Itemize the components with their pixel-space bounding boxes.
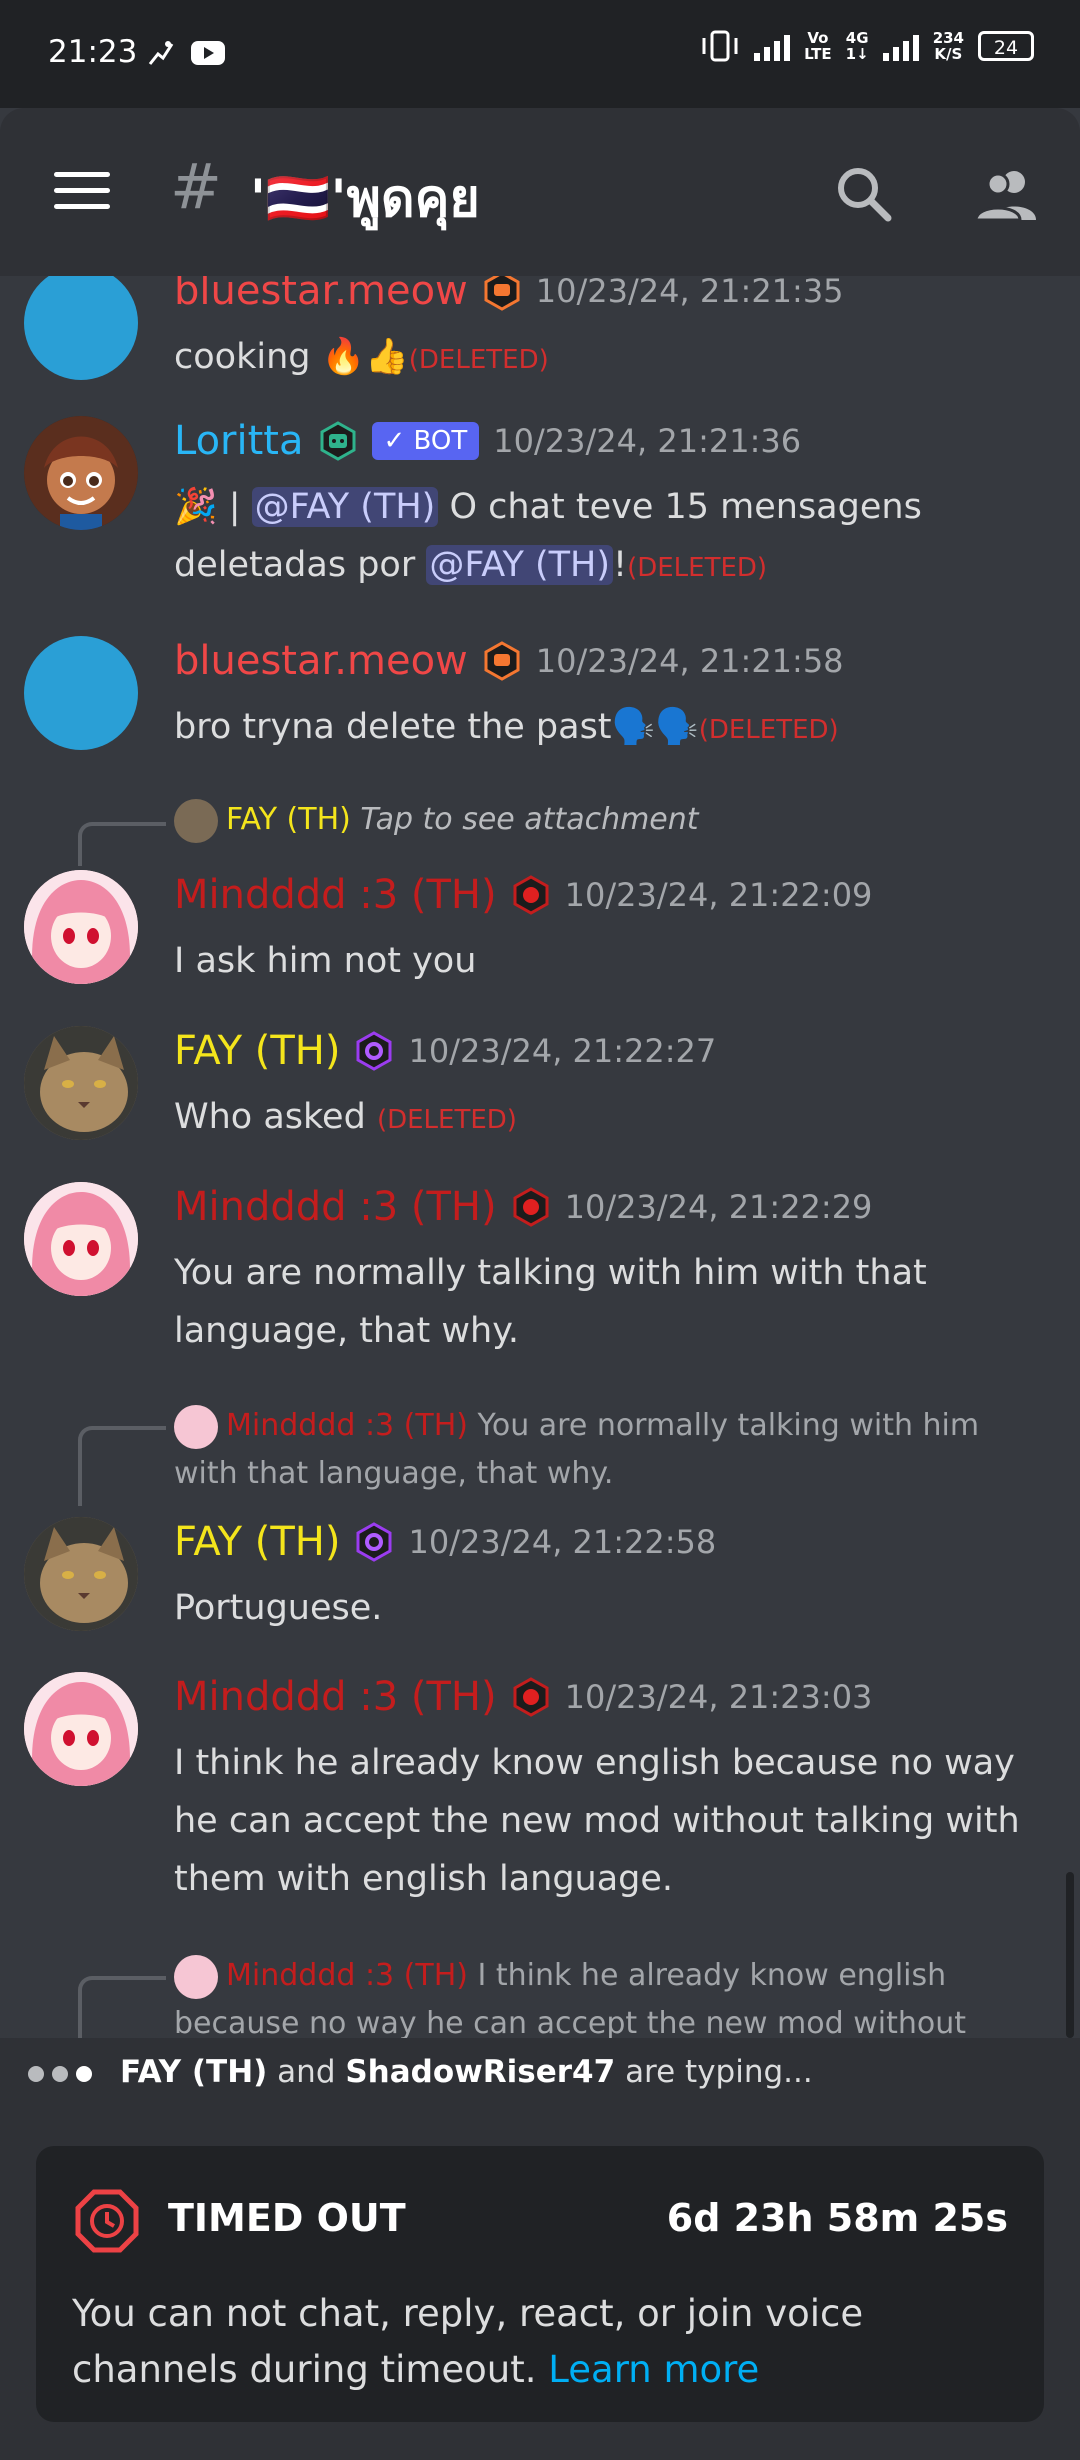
search-icon[interactable]	[834, 164, 894, 224]
message-content: cooking 🔥👍(DELETED)	[174, 337, 549, 377]
avatar[interactable]	[24, 1026, 138, 1140]
message-content: bro tryna delete the past🗣️🗣️(DELETED)	[174, 707, 839, 747]
menu-icon[interactable]	[54, 172, 110, 220]
reply-avatar	[174, 1404, 218, 1449]
message-content: I think he already know english because …	[174, 1743, 1020, 1899]
timestamp: 10/23/24, 21:23:03	[564, 1678, 873, 1716]
signal-icon-2	[882, 31, 919, 61]
message-content: Portuguese.	[174, 1588, 383, 1628]
message-content: I ask him not you	[174, 941, 477, 981]
avatar[interactable]	[24, 276, 138, 380]
reply-text: Tap to see attachment	[360, 802, 699, 837]
username[interactable]: Mindddd :3 (TH)	[174, 872, 497, 918]
avatar[interactable]	[24, 1672, 138, 1786]
avatar[interactable]	[24, 1517, 138, 1631]
cat-avatar-icon	[24, 1517, 138, 1631]
message-list[interactable]: bluestar.meow 10/23/24, 21:21:35 cooking…	[0, 276, 1080, 2038]
reply-username: Mindddd :3 (TH)	[226, 1958, 468, 1993]
timestamp: 10/23/24, 21:22:09	[564, 876, 873, 914]
message-content: You are normally talking with him with t…	[174, 1253, 927, 1351]
timestamp: 10/23/24, 21:22:27	[408, 1032, 717, 1070]
reply-connector	[78, 1976, 166, 2038]
channel-hash-icon: #	[170, 150, 222, 223]
anime-avatar-icon	[24, 870, 138, 984]
deleted-tag: (DELETED)	[627, 553, 768, 583]
reply-avatar	[174, 1954, 218, 1999]
channel-name[interactable]: '🇹🇭'พูดคุย	[250, 156, 480, 239]
timeout-clock-icon	[75, 2189, 139, 2253]
role-icon	[513, 1187, 549, 1227]
reply-connector	[78, 822, 166, 866]
username[interactable]: bluestar.meow	[174, 276, 468, 314]
channel-header: # '🇹🇭'พูดคุย	[0, 108, 1080, 276]
deleted-tag: (DELETED)	[698, 715, 839, 745]
network-type-indicator: 4G 1↓	[845, 29, 869, 63]
avatar[interactable]	[24, 1182, 138, 1296]
timestamp: 10/23/24, 21:21:35	[535, 276, 844, 310]
username[interactable]: FAY (TH)	[174, 1519, 340, 1565]
reply-avatar	[174, 798, 218, 843]
bot-role-icon	[320, 421, 355, 461]
anime-avatar-icon	[24, 1672, 138, 1786]
volte-indicator: Vo LTE	[804, 29, 832, 63]
avatar[interactable]	[24, 636, 138, 750]
bot-badge: ✓ BOT	[371, 422, 480, 460]
cat-avatar-icon	[24, 1026, 138, 1140]
members-icon[interactable]	[974, 164, 1040, 224]
avatar[interactable]	[24, 870, 138, 984]
status-bar: 21:23 Vo LTE 4G 1↓ 234 K/S 24	[0, 0, 1080, 108]
avatar[interactable]	[24, 416, 138, 530]
network-speed: 234 K/S	[932, 29, 964, 63]
learn-more-link[interactable]: Learn more	[548, 2348, 759, 2391]
composer-area: TIMED OUT 6d 23h 58m 25s You can not cha…	[0, 2110, 1080, 2460]
user-mention[interactable]: @FAY (TH)	[251, 487, 439, 527]
timeout-notice: TIMED OUT 6d 23h 58m 25s You can not cha…	[36, 2146, 1044, 2422]
role-icon	[513, 1677, 549, 1717]
reply-preview[interactable]: Mindddd :3 (TH) I think he already know …	[174, 1952, 1034, 2038]
typing-dots-icon	[28, 2066, 92, 2082]
role-icon	[484, 276, 520, 311]
timeout-remaining: 6d 23h 58m 25s	[666, 2196, 1008, 2240]
youtube-icon	[191, 41, 225, 65]
username[interactable]: FAY (TH)	[174, 1028, 340, 1074]
deleted-tag: (DELETED)	[376, 1105, 517, 1135]
timeout-title: TIMED OUT	[168, 2196, 406, 2240]
user-mention[interactable]: @FAY (TH)	[426, 545, 614, 585]
clock: 21:23	[48, 34, 138, 70]
reply-preview[interactable]: FAY (TH) Tap to see attachment	[174, 796, 1034, 844]
username[interactable]: Mindddd :3 (TH)	[174, 1674, 497, 1720]
role-icon	[513, 875, 549, 915]
timeout-description: You can not chat, reply, react, or join …	[72, 2292, 864, 2391]
username[interactable]: Mindddd :3 (TH)	[174, 1184, 497, 1230]
reply-connector	[78, 1426, 166, 1506]
message-content: Who asked (DELETED)	[174, 1097, 517, 1137]
role-icon	[356, 1522, 392, 1562]
battery-icon: 24	[978, 31, 1034, 61]
timestamp: 10/23/24, 21:22:58	[408, 1523, 717, 1561]
deleted-tag: (DELETED)	[408, 345, 549, 375]
timestamp: 10/23/24, 21:22:29	[564, 1188, 873, 1226]
reply-username: Mindddd :3 (TH)	[226, 1408, 468, 1443]
role-icon	[484, 641, 520, 681]
signal-icon	[754, 31, 791, 61]
timestamp: 10/23/24, 21:21:36	[493, 422, 802, 460]
reply-username: FAY (TH)	[226, 802, 351, 837]
typing-indicator: FAY (TH) and ShadowRiser47 are typing...	[0, 2038, 1080, 2110]
timestamp: 10/23/24, 21:21:58	[535, 642, 844, 680]
role-icon	[356, 1031, 392, 1071]
username[interactable]: bluestar.meow	[174, 638, 468, 684]
loritta-avatar-icon	[24, 416, 138, 530]
activity-icon	[148, 41, 174, 65]
username[interactable]: Loritta	[174, 418, 304, 464]
vibrate-icon	[702, 30, 738, 62]
message-content: 🎉 | @FAY (TH) O chat teve 15 mensagens d…	[174, 487, 922, 585]
reply-preview[interactable]: Mindddd :3 (TH) You are normally talking…	[174, 1402, 1034, 1498]
anime-avatar-icon	[24, 1182, 138, 1296]
scrollbar[interactable]	[1066, 1872, 1074, 2038]
